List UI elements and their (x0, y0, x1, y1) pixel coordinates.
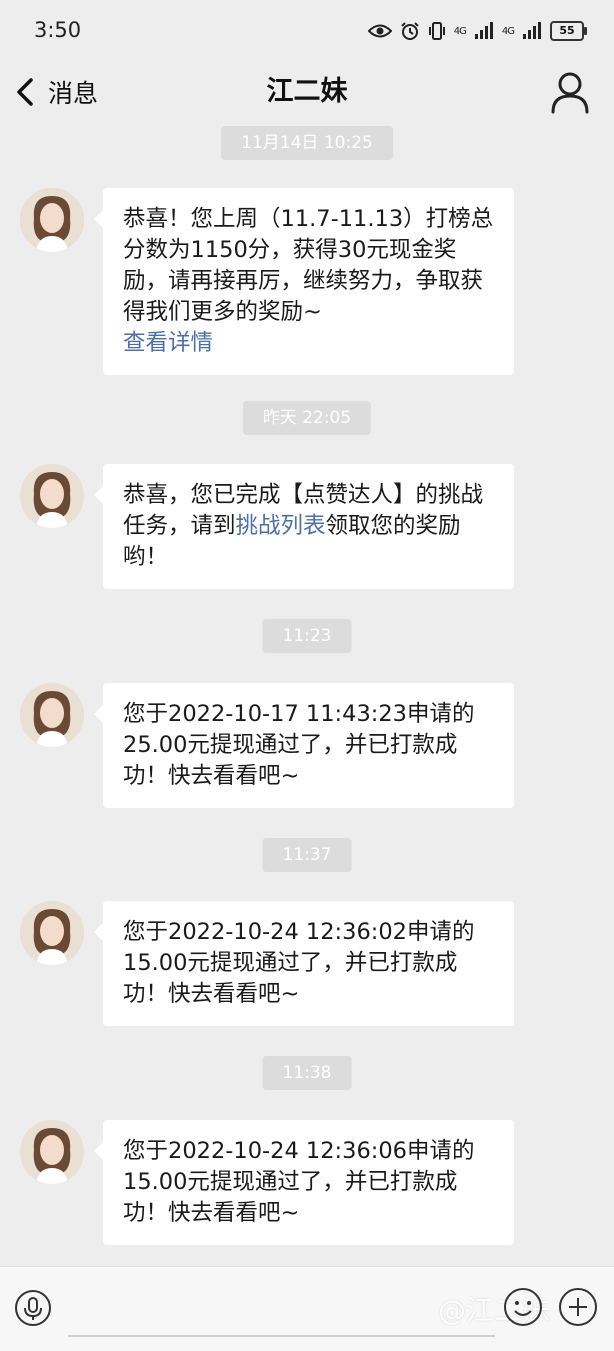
message-bubble: 恭喜！您上周（11.7-11.13）打榜总分数为1150分，获得30元现金奖励，… (94, 188, 514, 375)
avatar[interactable] (20, 901, 84, 965)
back-button[interactable]: 消息 (14, 72, 98, 112)
voice-icon[interactable] (14, 1289, 52, 1327)
challenge-list-link[interactable]: 挑战列表 (236, 513, 326, 539)
vibrate-icon (428, 22, 445, 40)
avatar[interactable] (20, 683, 84, 747)
message-text: 您于2022-10-17 11:43:23申请的25.00元提现通过了，并已打款… (123, 701, 475, 789)
avatar[interactable] (20, 1120, 84, 1184)
nav-bar: 消息 江二妹 (0, 62, 614, 124)
avatar-image (20, 188, 84, 252)
emoji-icon[interactable] (503, 1287, 543, 1327)
message-text: 您于2022-10-24 12:36:02申请的15.00元提现通过了，并已打款… (123, 919, 475, 1007)
signal-2-icon (523, 22, 541, 39)
avatar[interactable] (20, 464, 84, 528)
timestamp: 11:23 (262, 619, 352, 653)
status-icons: 4G 4G 55 (367, 18, 587, 44)
input-underline (68, 1335, 495, 1337)
status-time: 3:50 (34, 18, 82, 42)
message-bubble: 您于2022-10-24 12:36:06申请的15.00元提现通过了，并已打款… (94, 1120, 514, 1245)
avatar-image (20, 1120, 84, 1184)
status-bar: 3:50 4G 4G 55 (0, 0, 614, 62)
avatar-image (20, 464, 84, 528)
avatar-image (20, 901, 84, 965)
message-text: 恭喜！您上周（11.7-11.13）打榜总分数为1150分，获得30元现金奖励，… (123, 206, 494, 325)
alarm-icon (401, 22, 419, 40)
signal-1-label: 4G (453, 25, 467, 37)
message-bubble: 恭喜，您已完成【点赞达人】的挑战任务，请到挑战列表领取您的奖励哟！ (94, 464, 514, 589)
timestamp: 11:38 (262, 1056, 352, 1090)
input-bar: @江二妹 (0, 1266, 614, 1351)
plus-icon[interactable] (558, 1287, 598, 1327)
signal-2-label: 4G (501, 25, 515, 37)
message-text: 您于2022-10-24 12:36:06申请的15.00元提现通过了，并已打款… (123, 1138, 475, 1226)
message-bubble: 您于2022-10-17 11:43:23申请的25.00元提现通过了，并已打款… (94, 683, 514, 808)
timestamp: 11:37 (262, 838, 352, 872)
battery-icon: 55 (550, 21, 587, 41)
timestamp: 昨天 22:05 (242, 401, 372, 435)
message-bubble: 您于2022-10-24 12:36:02申请的15.00元提现通过了，并已打款… (94, 901, 514, 1026)
chevron-left-icon (17, 78, 33, 106)
timestamp: 11月14日 10:25 (221, 126, 393, 160)
view-details-link[interactable]: 查看详情 (123, 330, 213, 356)
message-input[interactable] (68, 1281, 499, 1335)
signal-1-icon (474, 22, 493, 39)
eye-icon (367, 24, 392, 38)
back-label: 消息 (48, 79, 99, 108)
chat-area[interactable]: 11月14日 10:25 恭喜！您上周（11.7-11.13）打榜总分数为115… (0, 124, 614, 1266)
avatar[interactable] (20, 188, 84, 252)
avatar-image (20, 683, 84, 747)
profile-icon[interactable] (550, 70, 590, 114)
